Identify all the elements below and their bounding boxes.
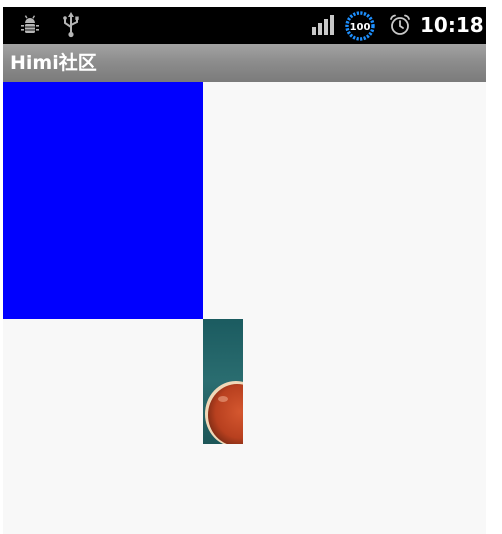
- debug-icon: [21, 15, 39, 33]
- battery-level-text: 100: [350, 22, 371, 33]
- alarm-icon: [390, 14, 410, 35]
- phone-screen: 100 10:18 Himi社区: [3, 7, 486, 534]
- app-title-bar: Himi社区: [3, 44, 486, 83]
- sprite-image: [203, 319, 243, 444]
- status-clock: 10:18: [420, 13, 484, 37]
- blue-rectangle: [3, 82, 203, 319]
- status-bar: 100 10:18: [3, 7, 486, 44]
- battery-icon: 100: [345, 11, 375, 41]
- surface-canvas[interactable]: [3, 82, 486, 534]
- app-title: Himi社区: [10, 52, 97, 74]
- usb-icon: [63, 12, 79, 38]
- signal-icon: [312, 15, 334, 35]
